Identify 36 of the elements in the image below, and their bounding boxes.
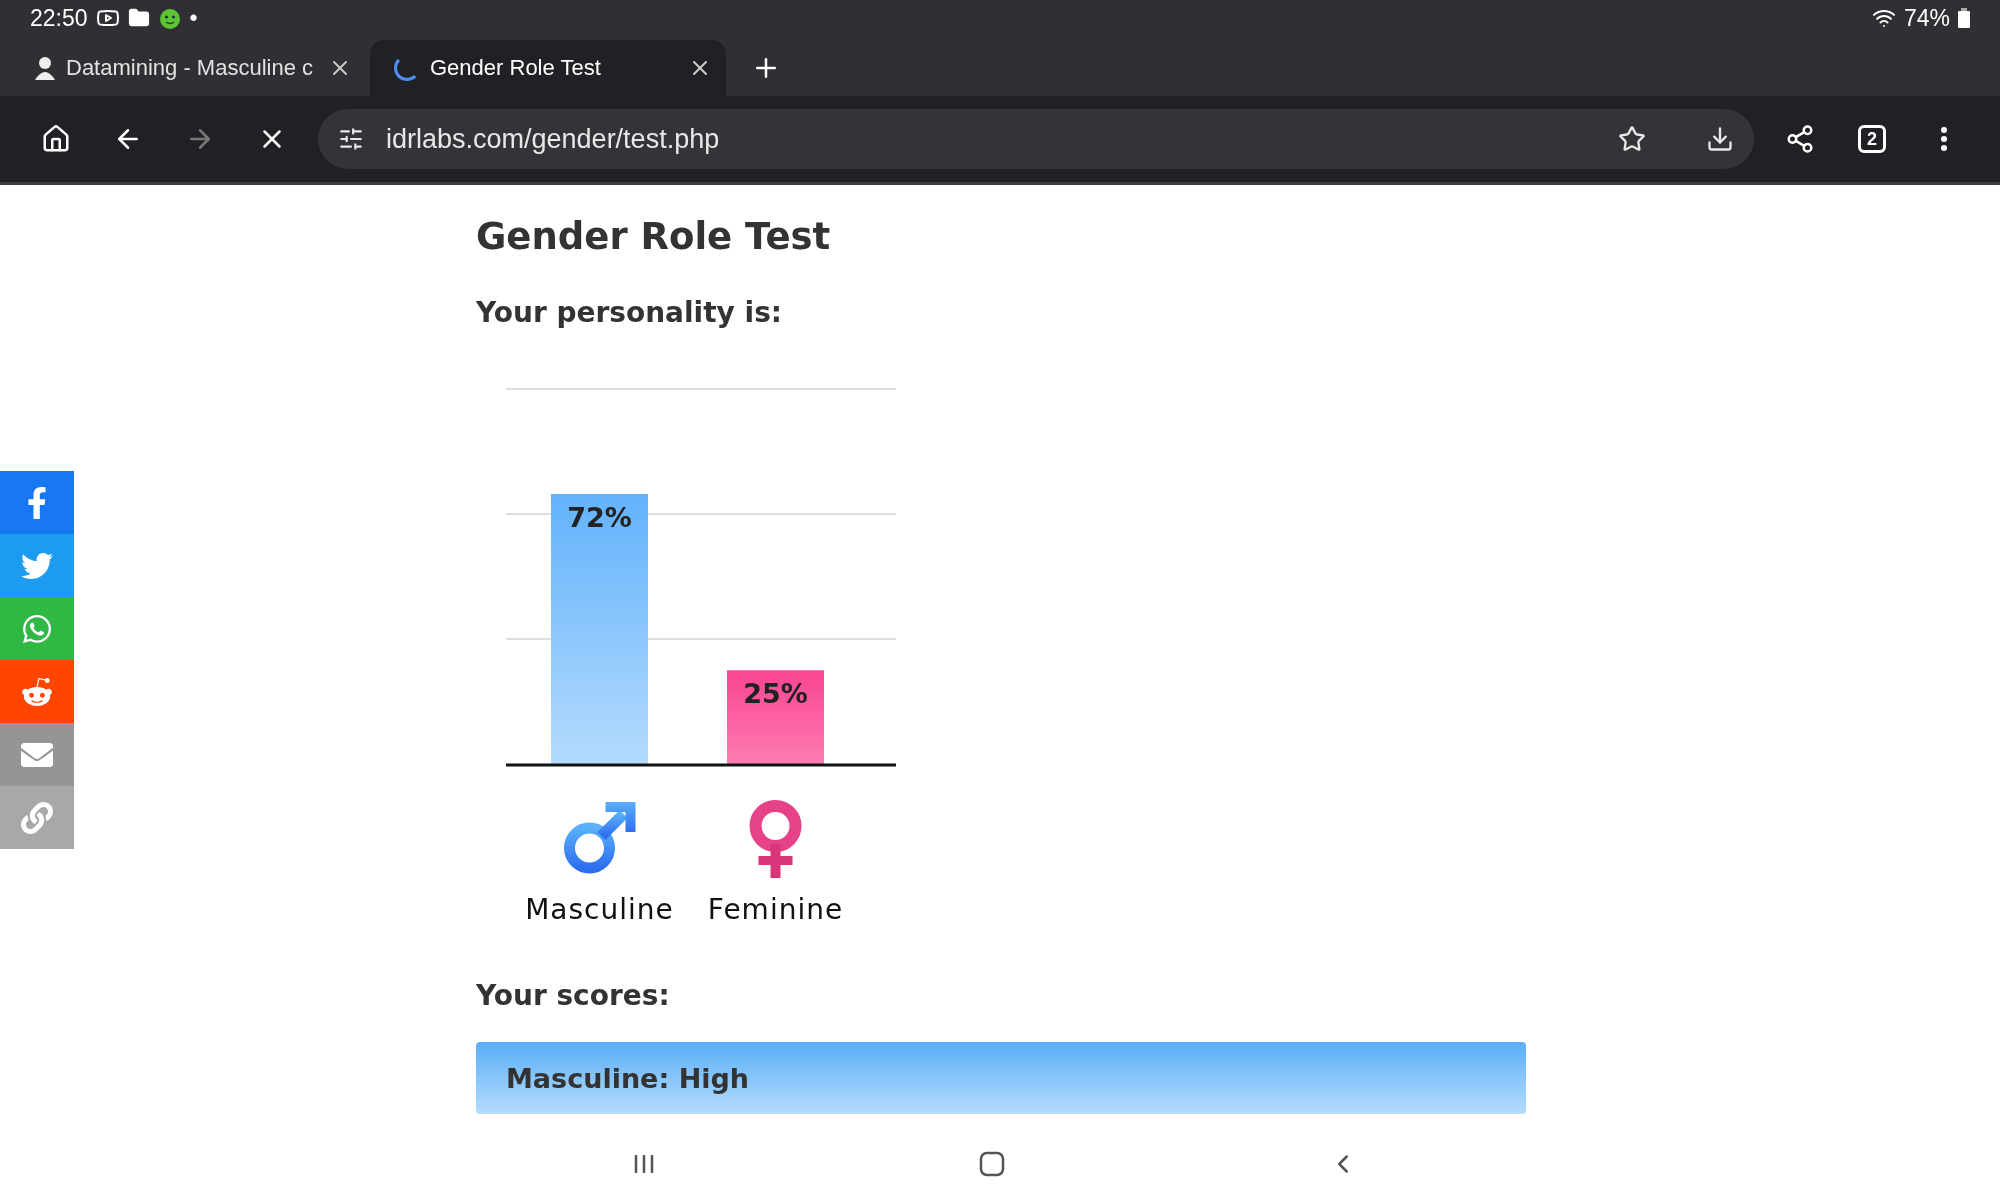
folder-icon	[127, 7, 150, 29]
battery-percent: 74%	[1903, 4, 1950, 32]
home-icon	[41, 124, 71, 154]
home-nav-icon[interactable]	[979, 1151, 1005, 1177]
site-settings-icon[interactable]	[338, 126, 364, 152]
page-title: Gender Role Test	[476, 215, 832, 258]
link-icon	[21, 801, 53, 834]
menu-icon	[1941, 127, 1947, 151]
reddit-share-button[interactable]	[0, 660, 74, 723]
bookmark-star-icon[interactable]	[1618, 125, 1646, 153]
tab-count-button[interactable]: 2	[1836, 109, 1908, 169]
facebook-share-button[interactable]	[0, 471, 74, 534]
whatsapp-share-button[interactable]	[0, 597, 74, 660]
notification-dot: •	[189, 4, 198, 32]
category-label: Feminine	[707, 893, 844, 921]
bar-value-label: 72%	[567, 502, 632, 533]
section-heading: Your scores:	[476, 979, 671, 1012]
url-field[interactable]: idrlabs.com/gender/test.php	[384, 122, 1598, 156]
male-symbol-icon	[564, 802, 636, 874]
twitter-share-button[interactable]	[0, 534, 74, 597]
battery-icon	[1958, 8, 1970, 28]
smiley-app-icon	[157, 6, 182, 30]
download-icon[interactable]	[1706, 125, 1734, 153]
reddit-icon	[21, 675, 53, 708]
bar-value-label: 25%	[743, 678, 808, 710]
score-bar: Masculine: High	[476, 1042, 1526, 1114]
address-bar[interactable]: idrlabs.com/gender/test.php	[318, 109, 1754, 169]
whatsapp-icon	[21, 612, 53, 645]
browser-tab[interactable]: Gender Role Test	[370, 40, 726, 96]
category-label: Masculine	[525, 893, 674, 921]
share-icon	[1785, 124, 1815, 154]
status-time: 22:50	[30, 4, 88, 32]
female-symbol-icon	[749, 800, 802, 878]
email-share-button[interactable]	[0, 723, 74, 786]
browser-tab[interactable]: Datamining - Masculine c	[10, 40, 366, 96]
section-heading: Your personality is:	[476, 296, 784, 329]
